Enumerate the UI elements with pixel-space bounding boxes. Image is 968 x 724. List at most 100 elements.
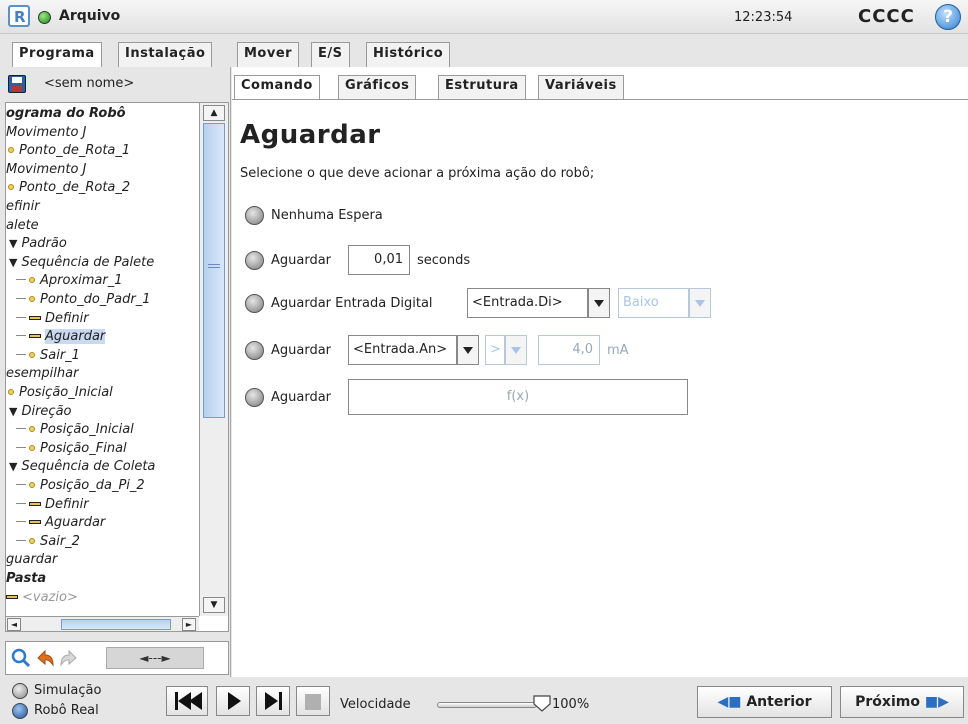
tab-variaveis[interactable]: Variáveis [538, 75, 624, 99]
redo-icon[interactable] [58, 647, 80, 669]
radio-no-wait[interactable] [245, 206, 264, 225]
tree-item-label: Definir [45, 310, 89, 326]
tab-comando[interactable]: Comando [234, 75, 320, 99]
scroll-down-icon[interactable]: ▼ [203, 597, 225, 613]
tree-item[interactable]: ▼ Sequência de Palete [9, 254, 154, 272]
wait-time-unit: seconds [417, 253, 471, 268]
tab-instalacao[interactable]: Instalação [118, 42, 213, 67]
radio-real-robot[interactable] [12, 703, 28, 719]
tree-item[interactable]: Aguardar [16, 328, 106, 346]
page-title: Aguardar [240, 120, 381, 150]
tree-item[interactable]: Pasta [6, 570, 46, 588]
radio-wait-analog[interactable] [245, 341, 264, 360]
tree-item[interactable]: ▼ Sequência de Coleta [9, 458, 155, 476]
digital-state-select[interactable]: Baixo [618, 288, 689, 318]
tree-item[interactable]: Movimento J [6, 124, 86, 142]
tree-item[interactable]: guardar [6, 551, 57, 569]
scroll-thumb[interactable] [203, 123, 225, 418]
tree-item-label: Pasta [6, 571, 47, 586]
wait-time-field[interactable]: 0,01 [348, 245, 410, 275]
tab-es[interactable]: E/S [311, 42, 350, 67]
tree-item-label: ograma do Robô [6, 106, 126, 121]
expand-triangle-icon[interactable]: ▼ [9, 254, 17, 272]
tree-item[interactable]: Posição_Inicial [8, 384, 113, 402]
tree-item-label: Posição_Inicial [40, 422, 134, 438]
tree-item[interactable]: Sair_2 [16, 533, 80, 551]
speed-slider-track[interactable] [437, 702, 537, 708]
tree-item[interactable]: ▼ Direção [9, 403, 72, 421]
tree-item[interactable]: Definir [16, 310, 89, 328]
analog-operator-select[interactable]: > [485, 335, 505, 365]
expand-triangle-icon[interactable]: ▼ [9, 458, 17, 476]
chevron-down-icon[interactable] [689, 288, 711, 318]
first-button[interactable] [166, 686, 208, 716]
tree-item[interactable]: esempilhar [6, 365, 78, 383]
tree-item[interactable]: ▼ Padrão [9, 235, 67, 253]
undo-icon[interactable] [34, 647, 56, 669]
tree-item[interactable]: alete [6, 217, 39, 235]
bottom-bar: Simulação Robô Real Velocidade 100% ◀■ A… [0, 677, 968, 724]
speed-slider-knob[interactable] [532, 694, 552, 712]
expression-field[interactable]: f(x) [348, 379, 688, 415]
simulation-label: Simulação [34, 683, 102, 698]
option-no-wait-label: Nenhuma Espera [271, 208, 383, 223]
tree-horizontal-scrollbar[interactable]: ◄ ► [6, 616, 199, 631]
speed-label: Velocidade [340, 697, 411, 712]
tree-item[interactable]: Ponto_de_Rota_2 [8, 179, 130, 197]
move-arrows-button[interactable]: ◄---► [106, 647, 204, 669]
next-button[interactable]: Próximo ■▶ [840, 686, 964, 718]
tab-mover[interactable]: Mover [237, 42, 300, 67]
chevron-down-icon[interactable] [588, 288, 610, 318]
tree-item-label: <vazio> [22, 589, 78, 605]
chevron-down-icon[interactable] [457, 335, 479, 365]
tree-item[interactable]: Ponto_do_Padr_1 [16, 291, 150, 309]
tree-item-label: Sequência de Coleta [21, 459, 156, 475]
save-icon[interactable] [8, 75, 26, 93]
analog-value-field[interactable]: 4,0 [538, 335, 600, 365]
file-menu[interactable]: Arquivo [59, 8, 120, 24]
radio-wait-expression[interactable] [245, 388, 264, 407]
tree-item[interactable]: Aproximar_1 [16, 272, 123, 290]
tree-item[interactable]: Aguardar [16, 514, 105, 532]
radio-wait-digital[interactable] [245, 294, 264, 313]
h-scroll-thumb[interactable] [61, 619, 171, 630]
chevron-down-icon[interactable] [505, 335, 527, 365]
tree-vertical-scrollbar[interactable]: ▲ ▼ [199, 103, 228, 616]
tab-programa[interactable]: Programa [12, 42, 102, 69]
tree-branch-line [16, 353, 26, 355]
tree-item[interactable]: Posição_da_Pi_2 [16, 477, 145, 495]
tab-historico[interactable]: Histórico [366, 42, 451, 67]
radio-simulation[interactable] [12, 683, 28, 699]
tree-item[interactable]: <vazio> [6, 589, 78, 607]
real-robot-label: Robô Real [34, 703, 99, 718]
expand-triangle-icon[interactable]: ▼ [9, 235, 17, 253]
tree-item[interactable]: efinir [6, 198, 40, 216]
tree-item[interactable]: Ponto_de_Rota_1 [8, 142, 130, 160]
stop-icon [305, 694, 321, 710]
scroll-right-icon[interactable]: ► [182, 618, 196, 631]
robot-name: CCCC [858, 6, 915, 27]
option-wait-expression-label: Aguardar [271, 390, 332, 405]
tree-item[interactable]: Sair_1 [16, 347, 80, 365]
stop-button[interactable] [296, 686, 330, 716]
tree-item[interactable]: Posição_Inicial [16, 421, 134, 439]
step-button[interactable] [256, 686, 290, 716]
search-icon[interactable] [10, 647, 32, 669]
tree-item-label: Ponto_do_Padr_1 [40, 292, 151, 307]
expand-triangle-icon[interactable]: ▼ [9, 403, 17, 421]
tree-item[interactable]: Movimento J [6, 161, 86, 179]
help-icon[interactable]: ? [935, 4, 961, 30]
tab-estrutura[interactable]: Estrutura [438, 75, 526, 99]
tab-graficos[interactable]: Gráficos [338, 75, 417, 99]
analog-input-select[interactable]: <Entrada.An> [348, 335, 457, 365]
radio-wait-time[interactable] [245, 251, 264, 270]
previous-button[interactable]: ◀■ Anterior [697, 686, 832, 718]
scroll-left-icon[interactable]: ◄ [7, 618, 21, 631]
command-icon [29, 501, 41, 506]
digital-input-select[interactable]: <Entrada.Di> [467, 288, 588, 318]
tree-item[interactable]: Definir [16, 496, 89, 514]
scroll-up-icon[interactable]: ▲ [203, 105, 225, 121]
tree-item[interactable]: Posição_Final [16, 440, 127, 458]
play-button[interactable] [216, 686, 250, 716]
tree-item[interactable]: ograma do Robô [6, 105, 126, 123]
